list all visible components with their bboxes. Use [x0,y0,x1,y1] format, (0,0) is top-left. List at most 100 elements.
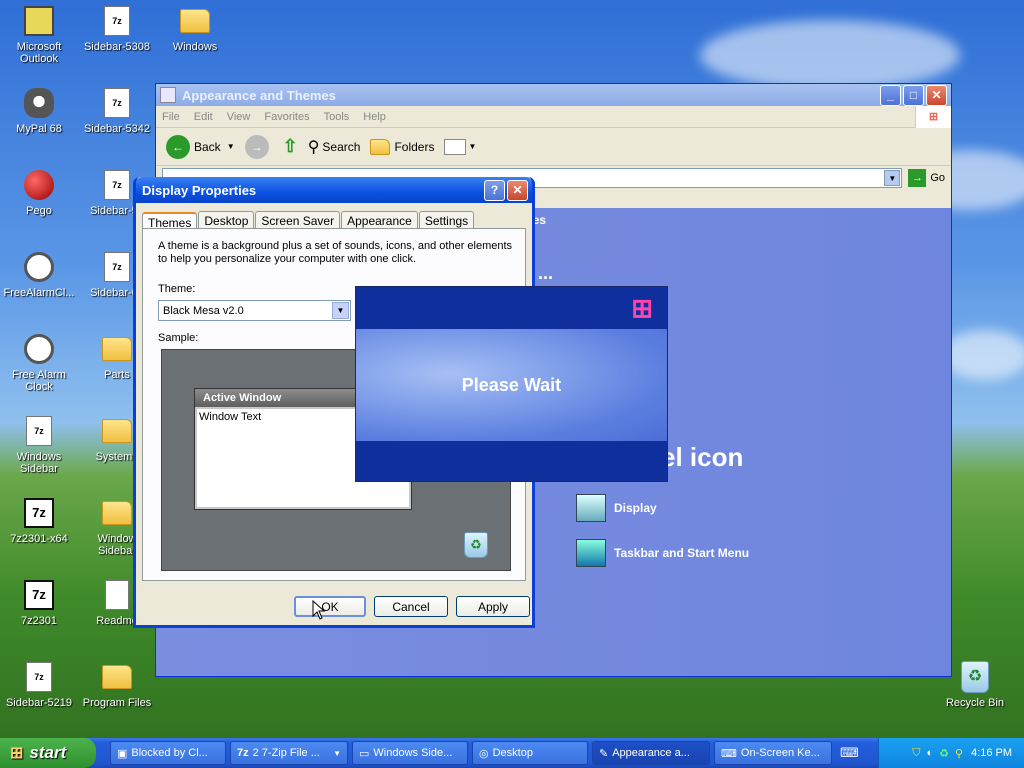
control-panel-icon: ✎ [599,747,609,760]
views-icon [444,138,467,155]
chevron-down-icon: ▼ [333,748,341,758]
dialog-titlebar[interactable]: Display Properties ? ✕ [136,177,532,203]
help-button[interactable]: ? [484,179,505,201]
back-button[interactable]: ← Back ▼ [166,134,235,159]
menu-edit[interactable]: Edit [194,111,213,123]
desktop-icon-sidebar-5342[interactable]: 7z Sidebar-5342 [78,86,156,135]
menu-file[interactable]: File [162,111,180,123]
desktop-icon-freealarmclock[interactable]: Free Alarm Clock [0,332,78,393]
7zip-icon: 7z [237,747,249,759]
explorer-toolbar: ← Back ▼ → ⇧ ⚲ Search Folders ▼ [156,128,951,166]
clock[interactable]: 4:16 PM [971,747,1012,759]
dialog-title: Display Properties [142,182,257,198]
windows-logo-icon: ⊞ [10,745,24,762]
keyboard-tray-icon[interactable]: ⌨ [840,745,859,761]
task-7zip[interactable]: 7z 2 7-Zip File ... ▼ [230,741,348,765]
recycle-tray-icon[interactable]: ♻ [939,747,949,760]
desktop-icon-sidebar-5308[interactable]: 7z Sidebar-5308 [78,4,156,53]
clock-icon [24,334,54,364]
minimize-button[interactable]: _ [880,84,901,106]
dialog-tabs: Themes Desktop Screen Saver Appearance S… [136,203,532,232]
clock-icon [24,252,54,282]
start-button[interactable]: ⊞ start [0,738,96,768]
desktop-icon-program-files[interactable]: Program Files [78,660,156,709]
pego-icon [24,170,54,200]
cancel-button[interactable]: Cancel [374,596,448,617]
desktop-icon-mypal[interactable]: MyPal 68 [0,86,78,135]
desktop-icon-outlook[interactable]: Microsoft Outlook [0,4,78,65]
desktop-icon-freealarmclock-setup[interactable]: FreeAlarmCl... [0,250,78,299]
folders-button[interactable]: Folders [370,138,434,155]
task-desktop[interactable]: ◎ Desktop [472,741,588,765]
please-wait-text: Please Wait [356,329,667,441]
apply-button[interactable]: Apply [456,596,530,617]
notepad-icon [105,580,129,610]
cloud [940,330,1024,380]
task-appearance[interactable]: ✎ Appearance a... [592,741,710,765]
display-link[interactable]: Display [576,494,657,522]
task-windows-sidebar[interactable]: ▭ Windows Side... [352,741,468,765]
close-button[interactable]: ✕ [926,84,947,106]
wait-top-band: ⊞ [356,287,667,329]
menu-tools[interactable]: Tools [324,111,350,123]
system-tray: ⛉ ◐ ♻ ⚲ 4:16 PM [878,738,1024,768]
7z-archive-icon: 7z [104,88,130,118]
maximize-button[interactable]: □ [903,84,924,106]
theme-label: Theme: [158,283,196,295]
sample-recycle-icon: ♻ [464,532,488,558]
network-icon[interactable]: ◐ [926,747,933,759]
app-icon: ▣ [117,747,128,760]
menu-favorites[interactable]: Favorites [264,111,309,123]
dialog-close-button[interactable]: ✕ [507,179,528,201]
ok-button[interactable]: OK [294,596,366,617]
task-onscreen-keyboard[interactable]: ⌨ On-Screen Ke... [714,741,832,765]
menu-view[interactable]: View [227,111,251,123]
chevron-down-icon: ▼ [468,142,477,151]
search-icon: ⚲ [307,138,320,156]
forward-button[interactable]: → [244,134,273,159]
desktop-icon-7z2301[interactable]: 7z 7z2301 [0,578,78,627]
explorer-menubar: File Edit View Favorites Tools Help ⊞ [156,105,951,128]
7zip-icon: 7z [24,498,54,528]
outlook-icon [24,6,54,36]
search-icon[interactable]: ⚲ [955,747,963,760]
mouse-cursor-icon [312,600,326,620]
views-button[interactable]: ▼ [444,138,477,155]
taskbar: ⊞ start ▣ Blocked by Cl... 7z 2 7-Zip Fi… [0,738,1024,768]
chevron-down-icon[interactable]: ▼ [332,302,349,319]
chevron-down-icon: ▼ [226,142,235,151]
taskbar-start-menu-link[interactable]: Taskbar and Start Menu [576,539,749,567]
please-wait-dialog: ⊞ Please Wait [355,286,668,482]
desktop-icon-7z2301-x64[interactable]: 7z 7z2301-x64 [0,496,78,545]
up-folder-icon: ⇧ [282,136,298,156]
go-button[interactable]: → Go [908,169,945,187]
sample-label: Sample: [158,332,199,344]
desktop-icon-windows-sidebar[interactable]: 7z Windows Sidebar [0,414,78,475]
windows-flag-icon: ⊞ [631,293,653,323]
shield-icon[interactable]: ⛉ [912,747,920,760]
desktop-icon-windows[interactable]: Windows [156,4,234,53]
explorer-title: Appearance and Themes [182,87,336,103]
go-arrow-icon: → [908,169,927,187]
7z-archive-icon: 7z [104,252,130,282]
display-icon [576,494,606,522]
folder-icon [102,337,132,361]
folders-icon [370,138,391,155]
theme-description: A theme is a background plus a set of so… [158,240,513,265]
search-button[interactable]: ⚲ Search [308,137,361,157]
windows-logo-icon: ⊞ [915,105,951,128]
up-button[interactable]: ⇧ [283,136,298,157]
7z-archive-icon: 7z [104,6,130,36]
task-blocked[interactable]: ▣ Blocked by Cl... [110,741,226,765]
wait-bottom-band [356,441,667,481]
folder-icon: ▭ [359,747,370,760]
menu-help[interactable]: Help [363,111,386,123]
desktop-icon-sidebar-5219[interactable]: 7z Sidebar-5219 [0,660,78,709]
7z-archive-icon: 7z [26,416,52,446]
chevron-down-icon[interactable]: ▼ [884,170,901,186]
theme-select[interactable]: Black Mesa v2.0 ▼ [158,300,351,321]
mypal-icon [24,88,54,118]
explorer-titlebar[interactable]: Appearance and Themes _ □ ✕ [156,84,951,106]
keyboard-icon: ⌨ [721,747,737,760]
desktop-icon-pego[interactable]: Pego [0,168,78,217]
